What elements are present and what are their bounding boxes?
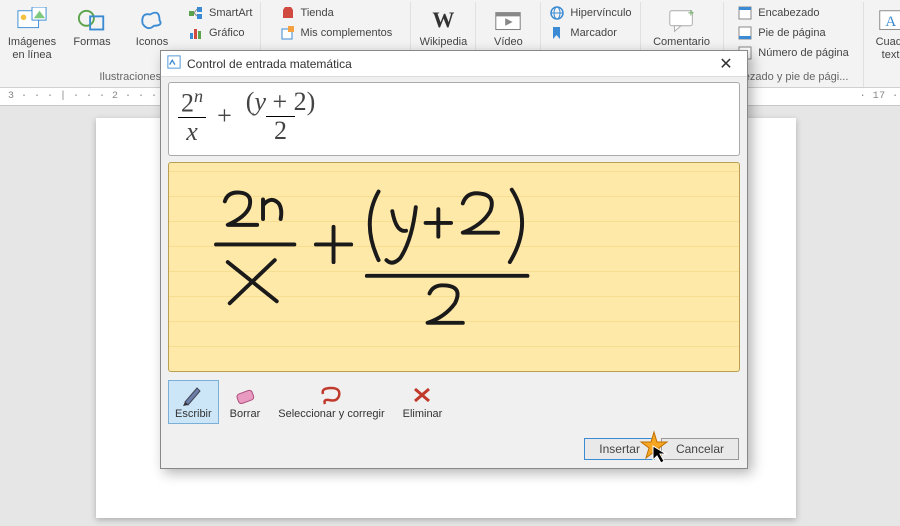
bookmark-icon	[549, 25, 565, 41]
svg-text:A: A	[885, 14, 896, 30]
images-online-button[interactable]: Imágenes en línea	[6, 4, 58, 63]
video-icon	[493, 6, 523, 34]
page-number-label: Número de página	[758, 47, 849, 59]
math-equation: 2n x + (y + 2) 2	[177, 87, 319, 145]
video-label: Vídeo	[494, 36, 523, 49]
svg-text:+: +	[687, 7, 694, 19]
tool-select-correct[interactable]: Seleccionar y corregir	[271, 380, 391, 424]
images-icon	[17, 6, 47, 34]
shapes-label: Formas	[73, 36, 110, 49]
shapes-icon	[77, 6, 107, 34]
dialog-title: Control de entrada matemática	[187, 57, 705, 71]
clear-icon	[410, 384, 434, 406]
hyperlink-button[interactable]: Hipervínculo	[547, 4, 633, 22]
ink-canvas[interactable]	[168, 162, 740, 372]
link-icon	[549, 5, 565, 21]
smartart-button[interactable]: SmartArt	[186, 4, 254, 22]
icons-button[interactable]: Iconos	[126, 4, 178, 51]
close-icon: ✕	[719, 56, 732, 73]
bookmark-label: Marcador	[570, 27, 616, 39]
math-preview-box: 2n x + (y + 2) 2	[168, 82, 740, 156]
dialog-footer: Insertar Cancelar	[161, 434, 747, 468]
tool-write[interactable]: Escribir	[168, 380, 219, 424]
comment-button[interactable]: + Comentario	[647, 4, 717, 51]
tool-write-label: Escribir	[175, 408, 212, 420]
icons-icon	[137, 6, 167, 34]
store-icon	[280, 5, 296, 21]
textbox-icon: A	[876, 6, 900, 34]
smartart-label: SmartArt	[209, 7, 252, 19]
shapes-button[interactable]: Formas	[66, 4, 118, 51]
hyperlink-label: Hipervínculo	[570, 7, 631, 19]
icons-label: Iconos	[136, 36, 168, 49]
textbox-label: Cuadr text	[876, 36, 900, 61]
tool-row: Escribir Borrar Seleccionar y corregir E…	[168, 378, 740, 426]
group-label-header-footer: bezado y pie de pági...	[730, 69, 857, 87]
comment-label: Comentario	[653, 36, 710, 49]
header-icon	[737, 5, 753, 21]
store-button[interactable]: Tienda	[278, 4, 395, 22]
tool-clear-label: Eliminar	[403, 408, 443, 420]
footer-button[interactable]: Pie de página	[735, 24, 851, 42]
tool-select-label: Seleccionar y corregir	[278, 408, 384, 420]
tool-erase[interactable]: Borrar	[223, 380, 268, 424]
handwritten-ink	[169, 163, 739, 371]
page-number-button[interactable]: # Número de página	[735, 44, 851, 62]
images-online-label: Imágenes en línea	[8, 36, 56, 61]
insert-button[interactable]: Insertar	[584, 438, 655, 460]
chart-icon	[188, 25, 204, 41]
chart-label: Gráfico	[209, 27, 244, 39]
math-panel-icon	[167, 55, 181, 72]
smartart-icon	[188, 5, 204, 21]
insert-button-label: Insertar	[599, 442, 640, 456]
tool-erase-label: Borrar	[230, 408, 261, 420]
footer-icon	[737, 25, 753, 41]
video-button[interactable]: Vídeo	[482, 4, 534, 51]
wikipedia-label: Wikipedia	[420, 36, 468, 49]
cancel-button[interactable]: Cancelar	[661, 438, 739, 460]
lasso-icon	[319, 384, 343, 406]
wikipedia-icon: W	[428, 6, 458, 34]
my-addins-button[interactable]: Mis complementos	[278, 24, 395, 42]
header-button[interactable]: Encabezado	[735, 4, 851, 22]
my-addins-label: Mis complementos	[301, 27, 393, 39]
footer-label: Pie de página	[758, 27, 825, 39]
chart-button[interactable]: Gráfico	[186, 24, 254, 42]
comment-icon: +	[667, 6, 697, 34]
math-input-dialog: Control de entrada matemática ✕ 2n x + (…	[160, 50, 748, 469]
pen-icon	[181, 384, 205, 406]
ribbon-group-text: A Cuadr text	[864, 2, 900, 87]
store-label: Tienda	[301, 7, 334, 19]
close-button[interactable]: ✕	[711, 54, 741, 74]
bookmark-button[interactable]: Marcador	[547, 24, 633, 42]
dialog-titlebar[interactable]: Control de entrada matemática ✕	[161, 51, 747, 77]
textbox-button[interactable]: A Cuadr text	[870, 4, 900, 63]
cancel-button-label: Cancelar	[676, 442, 724, 456]
tool-clear[interactable]: Eliminar	[396, 380, 450, 424]
addins-icon	[280, 25, 296, 41]
eraser-icon	[233, 384, 257, 406]
header-label: Encabezado	[758, 7, 819, 19]
wikipedia-button[interactable]: W Wikipedia	[417, 4, 469, 51]
